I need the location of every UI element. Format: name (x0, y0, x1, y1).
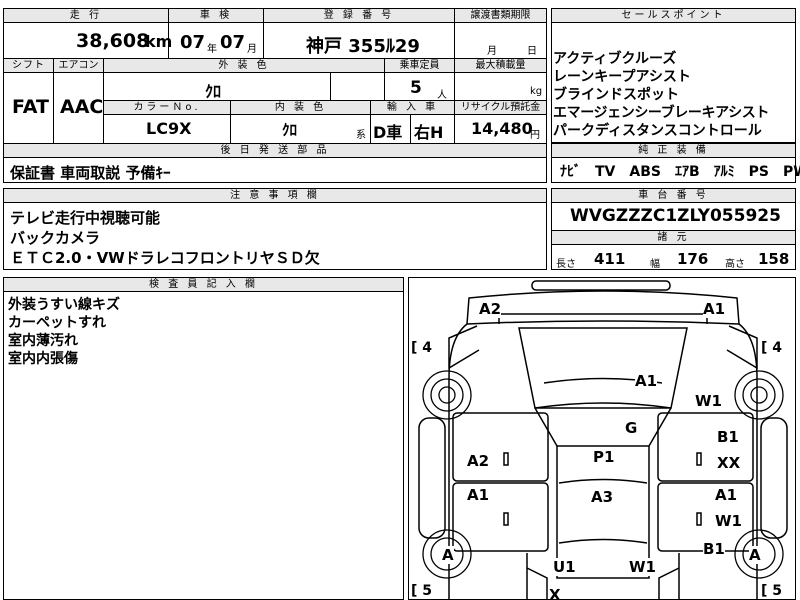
inspector-line-4: 室内内張傷 (8, 351, 78, 367)
color-no-value: LC9X (146, 119, 192, 138)
transfer-deadline-header: 譲渡書類期限 (454, 8, 547, 23)
inspection-header: 車 検 (168, 8, 264, 23)
interior-color-header: 内 装 色 (230, 100, 371, 115)
sales-point-line-4: エマージェンシーブレーキアシスト (553, 105, 769, 121)
capacity-unit: 人 (437, 90, 447, 101)
import-header: 輸 入 車 (370, 100, 455, 115)
equipment-header: 純 正 装 備 (551, 143, 796, 158)
later-parts-header: 後 日 発 送 部 品 (3, 143, 547, 158)
sales-point-line-1: アクティブクルーズ (553, 51, 677, 67)
registration-header: 登 録 番 号 (263, 8, 455, 23)
color-no-header: カラーＮo. (103, 100, 231, 115)
notes-line-2: バックカメラ (10, 229, 101, 247)
mark-g-roof: G (625, 419, 638, 437)
shift-value: FAT (12, 96, 49, 118)
odometer-value: 38,608 (76, 30, 150, 52)
height-value: 158 (758, 250, 790, 268)
width-value: 176 (677, 250, 709, 268)
transfer-day-unit: 日 (527, 46, 537, 57)
mark-b1-right-rear: B1 (703, 540, 725, 558)
tire-depth-rear-left: [ 5 (411, 583, 433, 599)
tire-depth-front-left: [ 4 (411, 340, 433, 356)
odometer-header: 走 行 (3, 8, 169, 23)
aircon-header: エアコン (53, 58, 104, 73)
car-diagram-box: [ 4 [ 4 [ 5 [ 5 A2 A1 A1 W1 G A2 B1 XX P… (408, 277, 796, 600)
inspection-year-unit: 年 (207, 44, 217, 55)
exterior-color-header: 外 装 色 (103, 58, 385, 73)
inspection-month-unit: 月 (247, 44, 257, 55)
inspector-line-2: カーペットすれ (8, 315, 106, 331)
transfer-month-unit: 月 (487, 46, 497, 57)
notes-line-1: テレビ走行中視聴可能 (10, 209, 161, 227)
mark-w1-windshield: W1 (695, 392, 722, 410)
mark-a1-right-door-rear: A1 (715, 486, 738, 504)
sales-point-line-2: レーンキープアシスト (553, 69, 691, 85)
import-value-drive: D車 (373, 123, 403, 142)
length-value: 411 (594, 250, 626, 268)
mark-a3-roof: A3 (591, 488, 614, 506)
interior-color-value: ｸﾛ (282, 121, 298, 139)
mark-w1-right-rear: W1 (715, 512, 742, 530)
tire-depth-front-right: [ 4 (761, 340, 783, 356)
notes-header: 注 意 事 項 欄 (3, 188, 547, 203)
mark-w1-rear: W1 (629, 558, 656, 576)
height-label: 高さ (725, 259, 745, 270)
inspector-line-3: 室内薄汚れ (8, 333, 78, 349)
mark-a1-hood: A1 (635, 372, 658, 390)
vehicle-info-table (3, 8, 547, 144)
sales-point-line-3: ブラインドスポット (553, 87, 679, 103)
mark-a1-front-right: A1 (703, 300, 726, 318)
mark-a2-front-left: A2 (479, 300, 502, 318)
import-value-handle: 右H (414, 123, 444, 142)
chassis-header: 車 台 番 号 (551, 188, 796, 203)
width-label: 幅 (650, 259, 660, 270)
shift-header: シフト (3, 58, 54, 73)
mark-x-rear: X (549, 586, 561, 599)
mark-u1-rear: U1 (553, 558, 576, 576)
sales-point-line-5: パークディスタンスコントロール (553, 123, 762, 139)
mark-a-right-rear-wheel: A (749, 546, 761, 564)
max-load-header: 最大積載量 (454, 58, 547, 73)
later-parts-value: 保証書 車両取説 予備ｷｰ (10, 164, 171, 182)
mark-a-left-rear-wheel: A (442, 546, 454, 564)
capacity-value: 5 (410, 78, 422, 98)
recycle-value: 14,480 (471, 119, 533, 138)
recycle-header: リサイクル預託金 (454, 100, 547, 115)
inspection-year: 07 (180, 32, 206, 53)
inspector-line-1: 外装うすい線キズ (8, 297, 120, 313)
tire-depth-rear-right: [ 5 (761, 583, 783, 599)
interior-color-suffix: 系 (356, 130, 366, 141)
notes-line-3: ＥＴＣ2.0・VWドラレコフロントリヤＳＤ欠 (10, 249, 320, 267)
registration-value: 神戸 355ﾙ29 (306, 36, 420, 57)
inspector-header: 検 査 員 記 入 欄 (3, 277, 404, 292)
mark-p1-roof: P1 (593, 448, 615, 466)
exterior-color-value: ｸﾛ (205, 82, 222, 101)
recycle-unit: 円 (530, 130, 540, 141)
sales-point-header: セールスポイント (551, 8, 796, 23)
aircon-value: AAC (60, 96, 104, 118)
mark-xx-right-door-front: XX (717, 454, 741, 472)
chassis-value: WVGZZZC1ZLY055925 (570, 206, 781, 226)
odometer-unit: km (145, 32, 173, 51)
capacity-header: 乗車定員 (384, 58, 455, 73)
dimensions-header: 諸 元 (551, 230, 796, 245)
max-load-unit: kg (530, 86, 543, 97)
mark-a2-left-door-front: A2 (467, 452, 490, 470)
mark-a1-left-door-rear: A1 (467, 486, 490, 504)
inspection-month: 07 (220, 32, 246, 53)
mark-b1-right-door-front: B1 (717, 428, 739, 446)
length-label: 長さ (556, 259, 576, 270)
equipment-value: ﾅﾋﾞ TV ABS ｴｱB ｱﾙﾐ PS PW (560, 164, 800, 180)
